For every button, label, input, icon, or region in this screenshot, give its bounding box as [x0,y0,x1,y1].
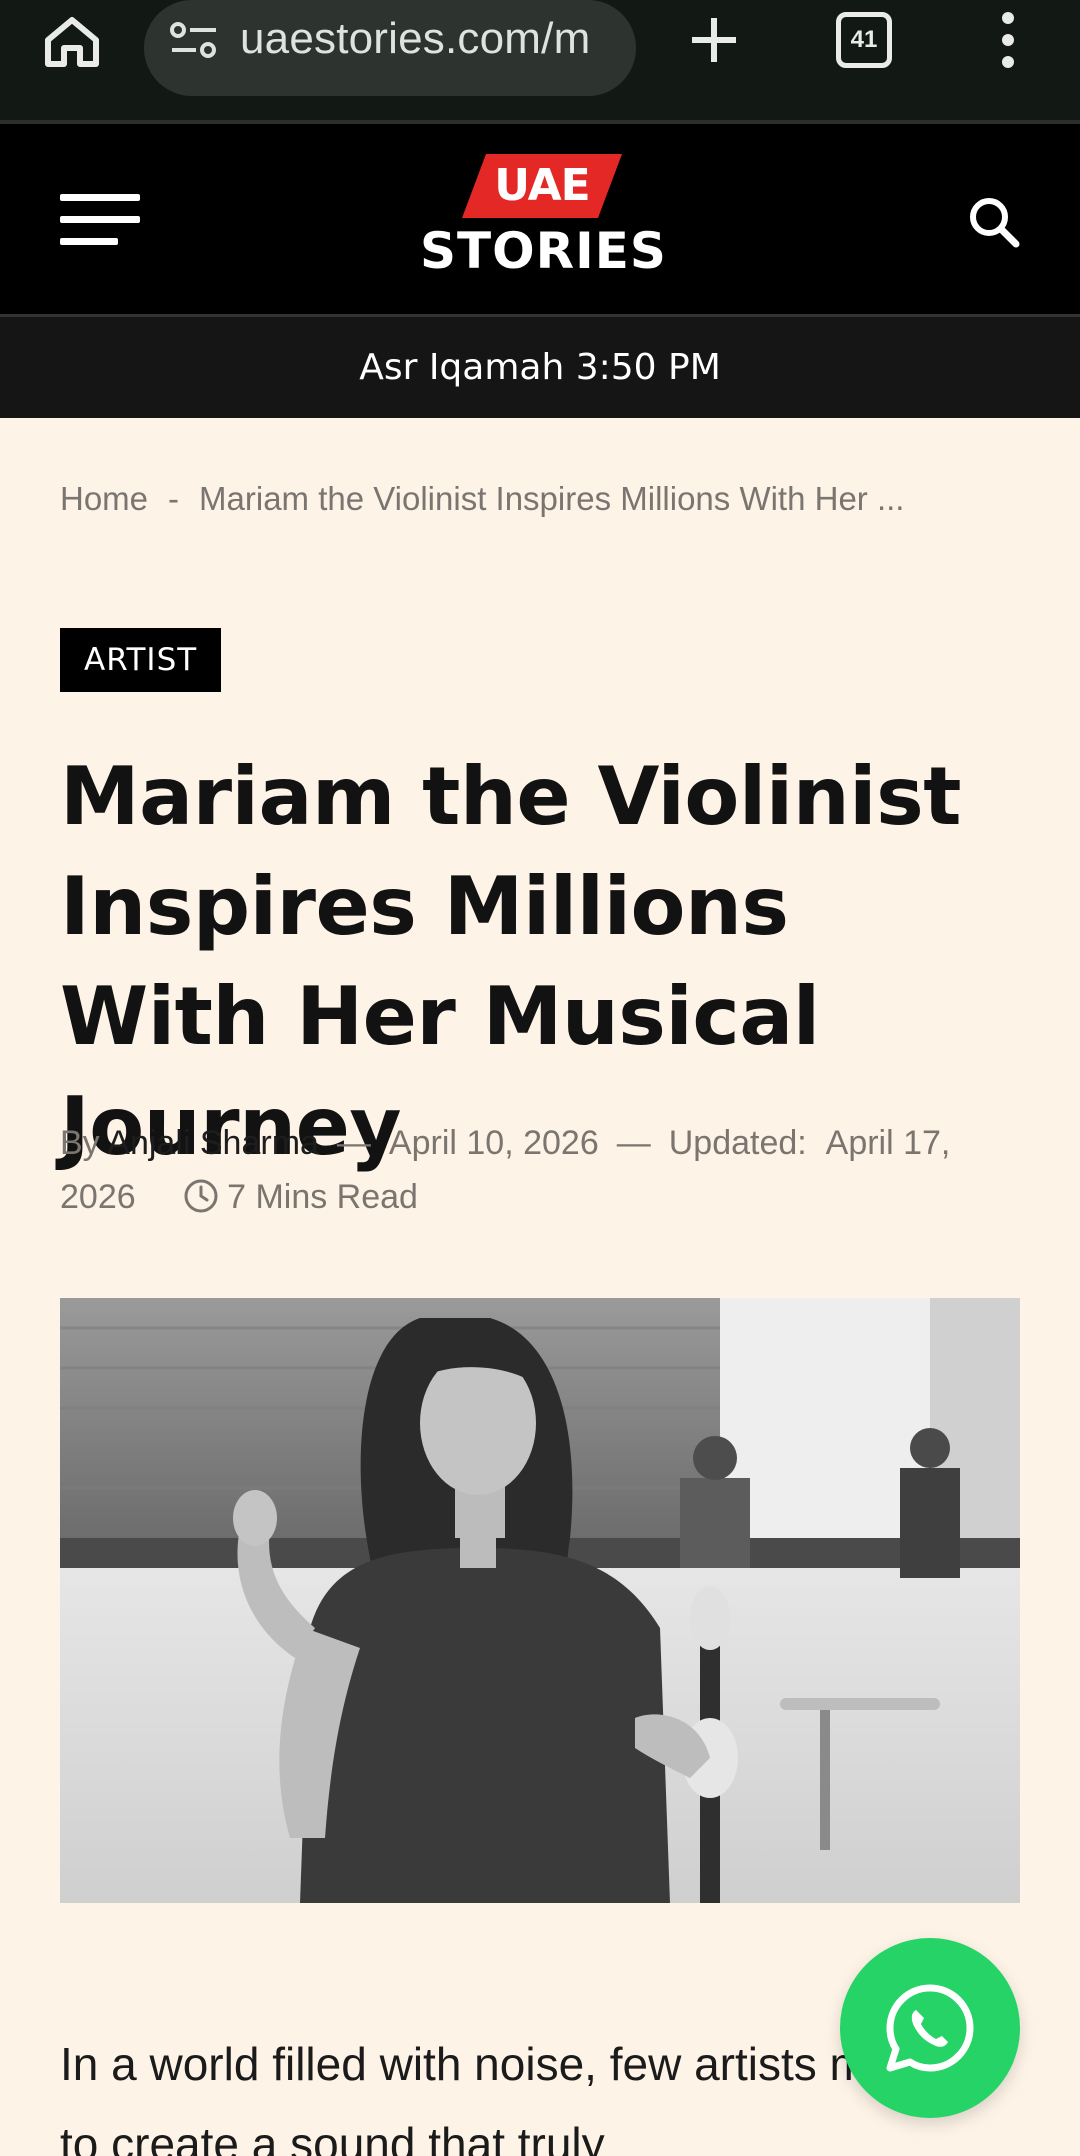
updated-label: Updated: [668,1124,807,1162]
breadcrumb: Home - Mariam the Violinist Inspires Milli… [60,480,1020,518]
prayer-time-bar: Asr Iqamah 3:50 PM [0,314,1080,418]
breadcrumb-current: Mariam the Violinist Inspires Millions W… [199,480,905,517]
more-vert-icon[interactable] [994,10,1022,70]
read-time: 7 Mins Read [227,1178,418,1216]
browser-toolbar: uaestories.com/m 41 [0,0,1080,124]
home-icon[interactable] [40,14,104,70]
tune-icon[interactable] [168,18,220,62]
logo-stories-text: STORIES [420,222,667,280]
search-icon[interactable] [966,194,1022,250]
logo-uae-text: UAE [494,160,590,211]
plus-icon[interactable] [686,12,742,68]
breadcrumb-home[interactable]: Home [60,480,148,517]
site-header: UAE STORIES [0,124,1080,314]
prayer-time-text: Asr Iqamah 3:50 PM [359,347,721,388]
site-logo[interactable]: UAE STORIES [420,154,667,294]
hamburger-icon[interactable] [60,194,140,248]
article-meta: By Anjali Sharma — April 10, 2026 — Updated:… [60,1116,1030,1224]
url-text[interactable]: uaestories.com/m [240,14,590,64]
whatsapp-button[interactable] [840,1938,1020,2118]
featured-photo [60,1298,1020,1903]
breadcrumb-separator: - [168,480,180,517]
meta-dash: — [616,1124,651,1162]
clock-icon [184,1179,218,1213]
address-bar[interactable]: uaestories.com/m [144,0,636,96]
featured-image[interactable] [60,1298,1020,1903]
publish-date: April 10, 2026 [388,1124,599,1162]
by-label: By [60,1124,100,1162]
whatsapp-icon [886,1984,974,2072]
tab-switcher-button[interactable]: 41 [836,12,892,68]
category-badge[interactable]: ARTIST [60,628,222,692]
author-link[interactable]: Anjali Sharma [107,1124,319,1162]
meta-dash: — [336,1124,371,1162]
